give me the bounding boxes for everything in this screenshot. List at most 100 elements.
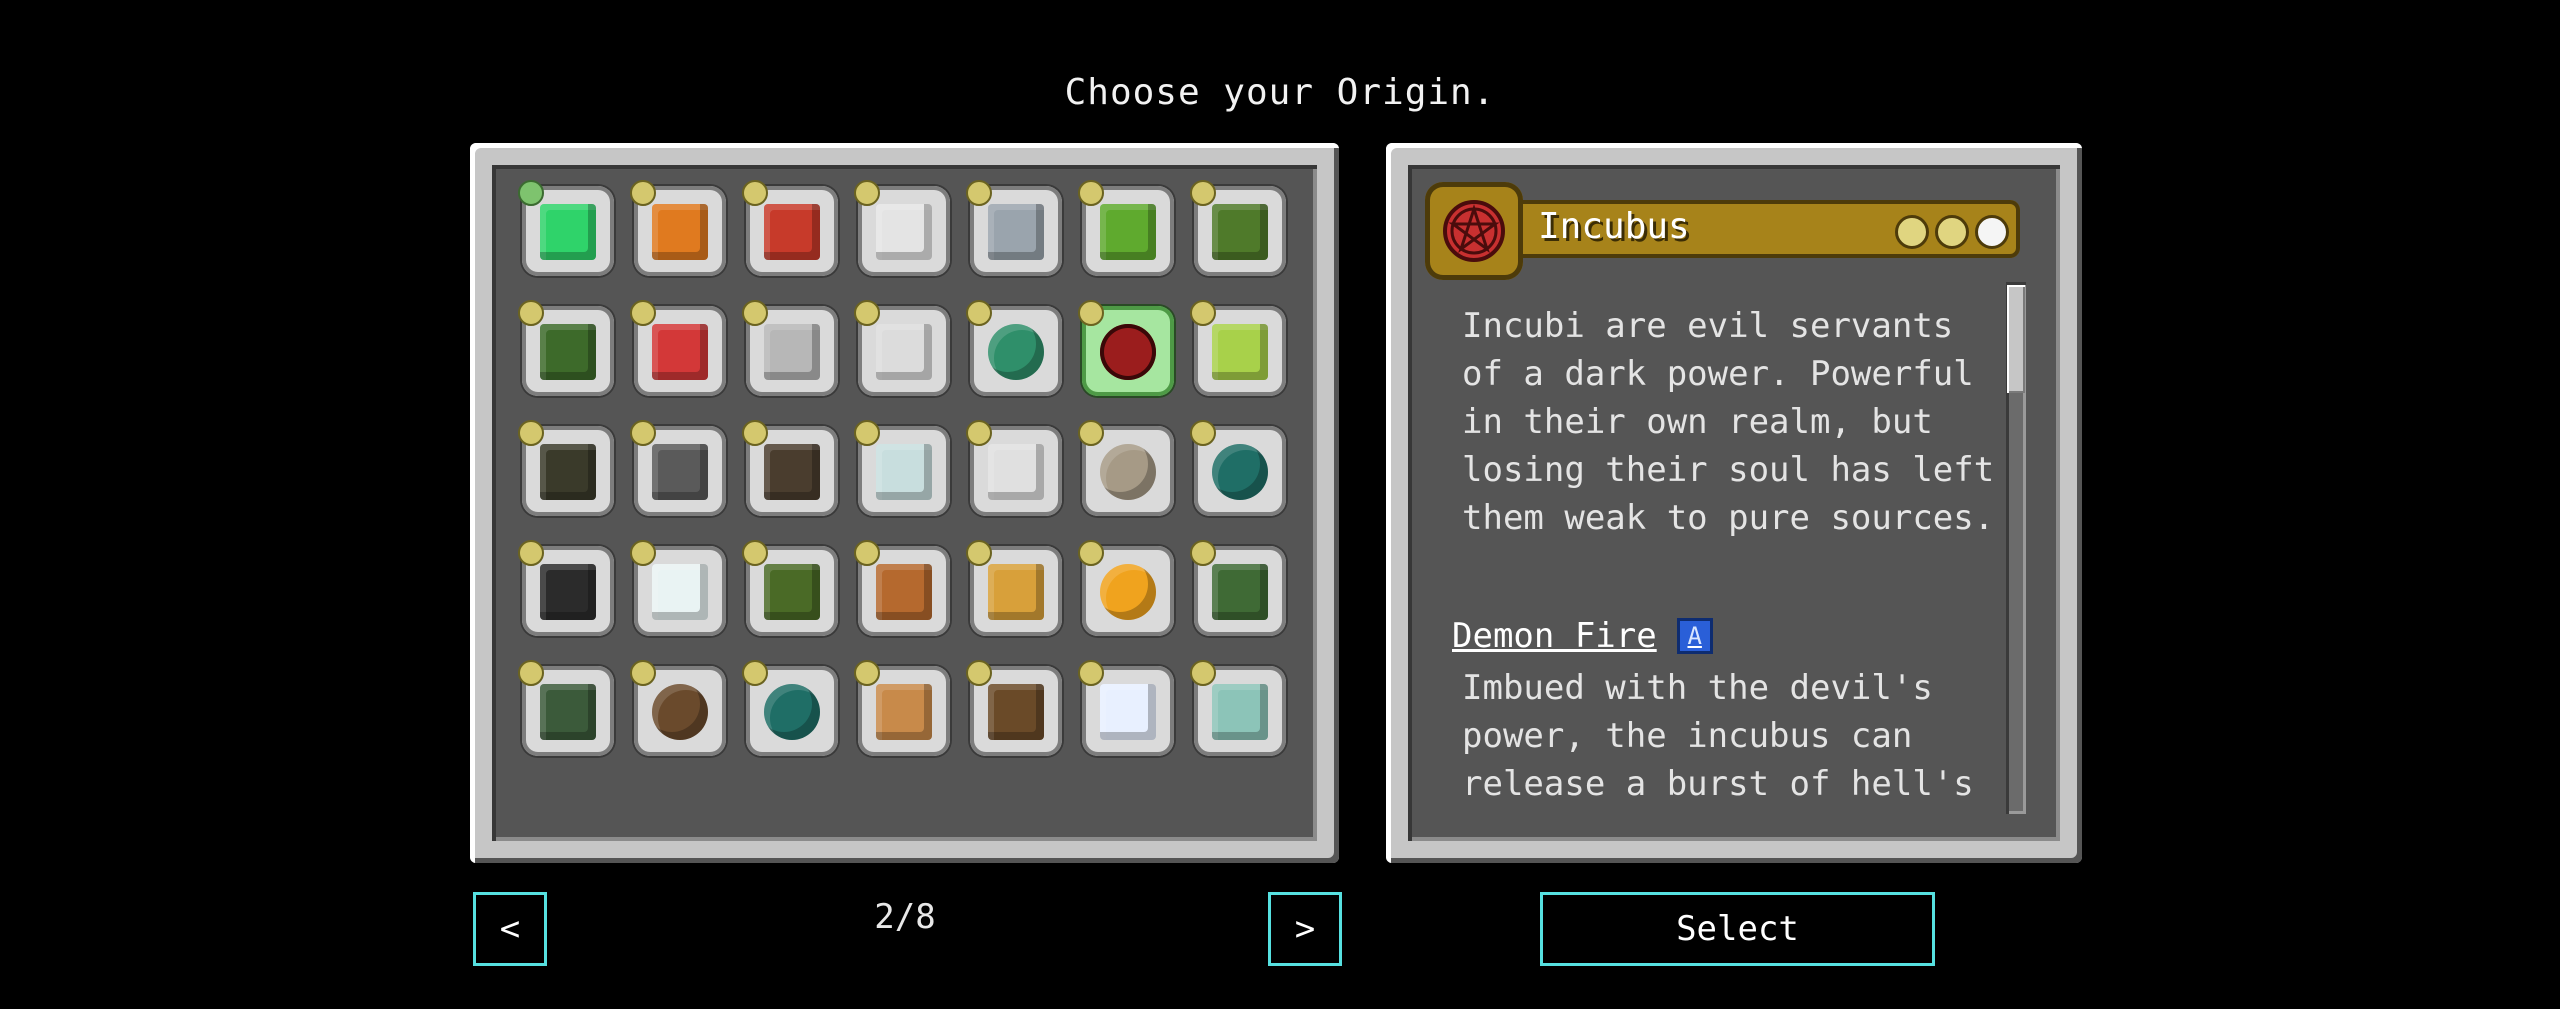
- impact-badge-icon: [518, 180, 544, 206]
- cocoa-bean-icon: [650, 682, 710, 742]
- impact-badge-icon: [742, 420, 768, 446]
- origin-tile[interactable]: [966, 300, 1066, 400]
- impact-badge-icon: [1190, 300, 1216, 326]
- impact-badge-icon: [630, 180, 656, 206]
- impact-badge-icon: [630, 540, 656, 566]
- select-button[interactable]: Select: [1540, 892, 1935, 966]
- origin-tile[interactable]: [742, 660, 842, 760]
- nether-star-icon: [1098, 682, 1158, 742]
- ghast-tear-icon: [650, 562, 710, 622]
- impact-badge-icon: [630, 420, 656, 446]
- screen-title: Choose your Origin.: [1064, 72, 1496, 113]
- origin-tile[interactable]: [742, 300, 842, 400]
- page-indicator: 2/8: [874, 897, 936, 937]
- potion-bottle-icon: [1210, 322, 1270, 382]
- impact-badge-icon: [1078, 180, 1104, 206]
- impact-badge-icon: [742, 540, 768, 566]
- origin-tile[interactable]: [1190, 300, 1290, 400]
- origin-tile[interactable]: [742, 540, 842, 640]
- azalea-bush-icon: [538, 322, 598, 382]
- origin-tile[interactable]: [1078, 660, 1178, 760]
- origin-tile[interactable]: [854, 660, 954, 760]
- impact-badge-icon: [854, 660, 880, 686]
- origin-tile[interactable]: [854, 180, 954, 280]
- impact-badge-icon: [1190, 420, 1216, 446]
- impact-badge-icon: [1190, 540, 1216, 566]
- power-name: Demon Fire: [1452, 616, 1657, 656]
- origin-tile[interactable]: [742, 420, 842, 520]
- cobweb-icon: [874, 322, 934, 382]
- power-header: Demon Fire A: [1452, 616, 1713, 656]
- origin-grid: [518, 180, 1290, 760]
- origin-tile[interactable]: [1078, 300, 1178, 400]
- glass-block-icon: [874, 442, 934, 502]
- impact-dot-empty: [1975, 215, 2009, 249]
- origin-tile[interactable]: [630, 660, 730, 760]
- impact-badge-icon: [1190, 660, 1216, 686]
- previous-page-button[interactable]: <: [473, 892, 547, 966]
- origin-tile[interactable]: [854, 420, 954, 520]
- origin-tile[interactable]: [1190, 180, 1290, 280]
- impact-badge-icon: [854, 300, 880, 326]
- ender-pearl-icon: [762, 682, 822, 742]
- impact-badge-icon: [518, 420, 544, 446]
- impact-indicator: [1895, 215, 2009, 249]
- impact-badge-icon: [1078, 300, 1104, 326]
- tnt-icon: [762, 202, 822, 262]
- hay-block-icon: [1210, 202, 1270, 262]
- origin-tile[interactable]: [518, 300, 618, 400]
- furnace-icon: [650, 442, 710, 502]
- origin-tile[interactable]: [854, 300, 954, 400]
- emerald-icon: [538, 202, 598, 262]
- origin-tile[interactable]: [742, 180, 842, 280]
- zombie-head-icon: [538, 682, 598, 742]
- impact-badge-icon: [966, 420, 992, 446]
- origin-tile[interactable]: [854, 540, 954, 640]
- origin-tile[interactable]: [1190, 540, 1290, 640]
- iron-block-icon: [762, 322, 822, 382]
- detail-scroll-thumb[interactable]: [2007, 285, 2025, 393]
- impact-badge-icon: [518, 540, 544, 566]
- origin-tile[interactable]: [630, 420, 730, 520]
- origin-tile[interactable]: [966, 660, 1066, 760]
- next-page-button[interactable]: >: [1268, 892, 1342, 966]
- origin-tile[interactable]: [1190, 420, 1290, 520]
- origin-tile[interactable]: [1078, 540, 1178, 640]
- honeycomb-icon: [1098, 562, 1158, 622]
- origin-name: Incubus: [1538, 206, 1690, 247]
- ender-pearl-icon: [1210, 442, 1270, 502]
- origin-tile[interactable]: [518, 180, 618, 280]
- impact-badge-icon: [742, 300, 768, 326]
- impact-badge-icon: [1190, 180, 1216, 206]
- slime-block-icon: [1098, 202, 1158, 262]
- impact-badge-icon: [630, 300, 656, 326]
- impact-badge-icon: [854, 540, 880, 566]
- origin-tile[interactable]: [1078, 420, 1178, 520]
- origin-tile[interactable]: [630, 180, 730, 280]
- origin-tile[interactable]: [630, 540, 730, 640]
- origin-tile[interactable]: [1190, 660, 1290, 760]
- impact-badge-icon: [630, 660, 656, 686]
- origin-tile[interactable]: [630, 300, 730, 400]
- lightning-rod-icon: [874, 562, 934, 622]
- snow-golem-icon: [986, 442, 1046, 502]
- origin-tile[interactable]: [966, 180, 1066, 280]
- sapling-icon: [538, 442, 598, 502]
- origin-tile[interactable]: [518, 540, 618, 640]
- impact-badge-icon: [966, 180, 992, 206]
- origin-tile[interactable]: [966, 420, 1066, 520]
- impact-badge-icon: [966, 300, 992, 326]
- pentagram-icon: [1098, 322, 1158, 382]
- origin-tile[interactable]: [1078, 180, 1178, 280]
- impact-dot-filled: [1895, 215, 1929, 249]
- glass-pane-icon: [874, 202, 934, 262]
- origin-tile[interactable]: [966, 540, 1066, 640]
- impact-badge-icon: [1078, 540, 1104, 566]
- active-power-badge: A: [1676, 618, 1713, 654]
- water-bucket-icon: [986, 202, 1046, 262]
- impact-badge-icon: [966, 540, 992, 566]
- origin-tile[interactable]: [518, 660, 618, 760]
- origin-description: Incubi are evil servants of a dark power…: [1462, 306, 1995, 538]
- impact-badge-icon: [1078, 420, 1104, 446]
- origin-tile[interactable]: [518, 420, 618, 520]
